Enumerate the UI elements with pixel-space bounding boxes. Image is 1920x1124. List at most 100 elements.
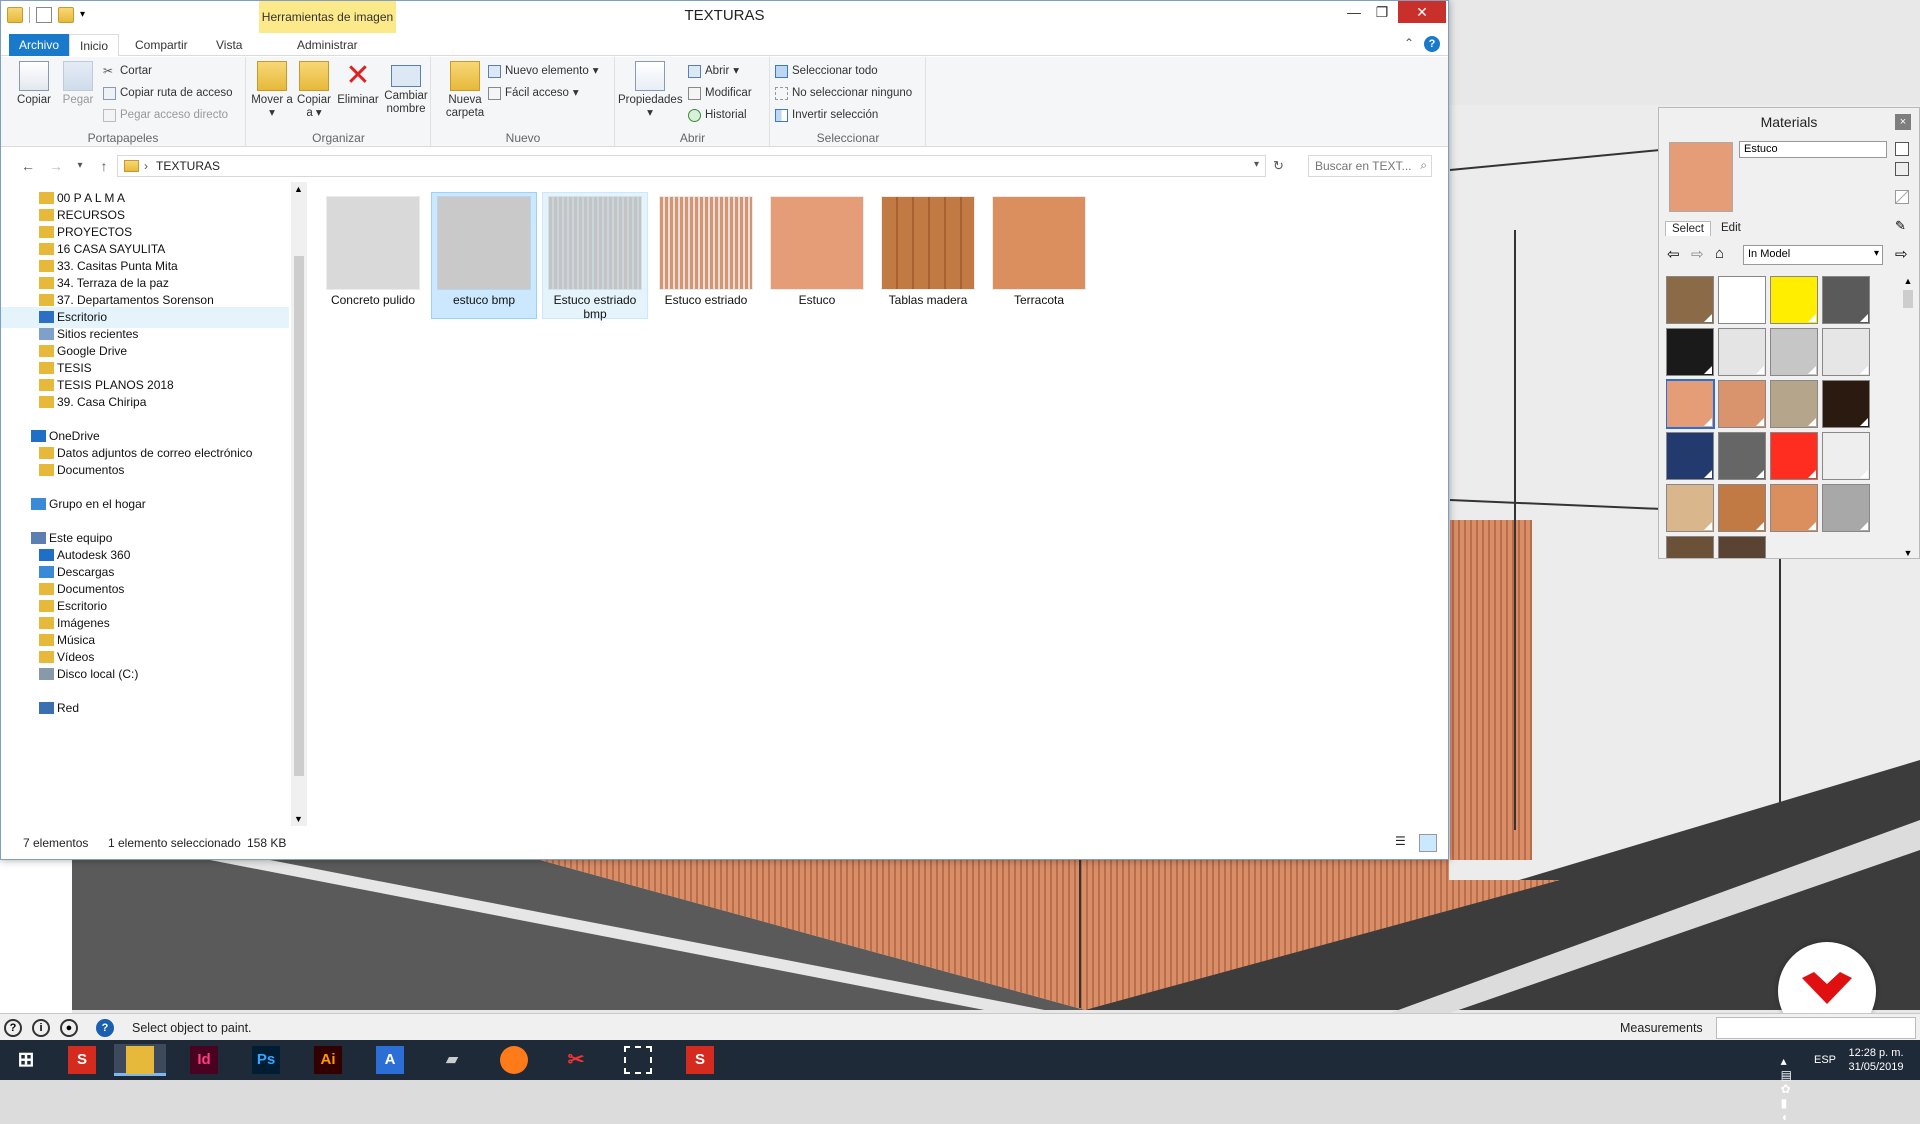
swatch-grid[interactable]: [1666, 276, 1898, 558]
material-swatch[interactable]: [1822, 432, 1870, 480]
title-bar[interactable]: ▾ Herramientas de imagen TEXTURAS — ❐ ✕: [1, 1, 1448, 33]
large-icons-view-icon[interactable]: [1419, 834, 1437, 852]
nav-item[interactable]: Red: [1, 698, 289, 719]
close-button[interactable]: ✕: [1398, 1, 1446, 23]
material-swatch[interactable]: [1718, 536, 1766, 558]
material-swatch[interactable]: [1822, 484, 1870, 532]
clock[interactable]: 12:28 p. m. 31/05/2019: [1840, 1046, 1912, 1074]
material-swatch[interactable]: [1666, 276, 1714, 324]
collapse-ribbon-icon[interactable]: ⌃: [1404, 36, 1414, 52]
close-icon[interactable]: ×: [1895, 114, 1911, 130]
taskbar-sketchup[interactable]: S: [56, 1044, 108, 1076]
nav-item[interactable]: Disco local (C:): [1, 664, 289, 685]
language-indicator[interactable]: ESP: [1814, 1054, 1836, 1066]
material-swatch[interactable]: [1718, 432, 1766, 480]
file-item[interactable]: Estuco: [764, 192, 870, 319]
up-arrow-icon[interactable]: ↑: [95, 157, 113, 175]
tab-administrar[interactable]: Administrar: [287, 34, 368, 56]
tab-compartir[interactable]: Compartir: [125, 34, 198, 56]
select-none-button[interactable]: No seleccionar ninguno: [775, 84, 912, 102]
cut-button[interactable]: ✂ Cortar: [103, 62, 152, 80]
minimize-button[interactable]: —: [1340, 1, 1368, 23]
credits-icon[interactable]: i: [32, 1019, 50, 1037]
scroll-up-icon[interactable]: ▲: [1901, 276, 1915, 286]
address-bar[interactable]: › TEXTURAS ▾: [117, 155, 1266, 177]
taskbar-app-blue[interactable]: A: [364, 1044, 416, 1076]
geo-location-icon[interactable]: ?: [4, 1019, 22, 1037]
material-swatch[interactable]: [1666, 328, 1714, 376]
properties-button[interactable]: Propiedades ▾: [618, 61, 683, 120]
copy-button[interactable]: Copiar: [13, 61, 55, 107]
eyedropper-icon[interactable]: ✎: [1895, 218, 1911, 234]
nav-item[interactable]: Grupo en el hogar: [1, 494, 289, 515]
user-icon[interactable]: ●: [60, 1019, 78, 1037]
history-button[interactable]: Historial: [688, 106, 747, 124]
taskbar-illustrator[interactable]: Ai: [302, 1044, 354, 1076]
material-swatch[interactable]: [1718, 276, 1766, 324]
refresh-icon[interactable]: ↻: [1273, 158, 1291, 176]
taskbar-firefox[interactable]: [488, 1044, 540, 1076]
copy-to-button[interactable]: Copiar a ▾: [293, 61, 335, 120]
file-item[interactable]: Estuco estriado: [653, 192, 759, 319]
material-swatch[interactable]: [1666, 379, 1715, 429]
tab-select[interactable]: Select: [1665, 221, 1711, 236]
material-swatch[interactable]: [1718, 484, 1766, 532]
nav-scrollbar[interactable]: ▲ ▼: [291, 182, 307, 826]
taskbar-photoshop[interactable]: Ps: [240, 1044, 292, 1076]
taskbar-sketchup-2[interactable]: S: [674, 1044, 726, 1076]
new-folder-button[interactable]: Nueva carpeta: [442, 61, 488, 120]
file-item[interactable]: Terracota: [986, 192, 1092, 319]
sample-paint-icon[interactable]: [1895, 162, 1909, 176]
tray-icons[interactable]: ▴ ▤ ✿ ▮ ◖: [1781, 1054, 1802, 1124]
materials-scrollbar[interactable]: ▲ ▼: [1901, 276, 1915, 558]
nav-item[interactable]: 39. Casa Chiripa: [1, 392, 289, 413]
taskbar-snipping[interactable]: ✂: [550, 1044, 602, 1076]
material-swatch[interactable]: [1666, 432, 1714, 480]
scroll-thumb[interactable]: [294, 256, 304, 776]
materials-panel[interactable]: Materials × Estuco Select Edit ✎ ⇦ ⇨ ⌂ I…: [1658, 107, 1920, 559]
material-swatch[interactable]: [1770, 484, 1818, 532]
chevron-down-icon[interactable]: ▾: [1254, 159, 1259, 170]
home-icon[interactable]: ⌂: [1715, 245, 1724, 262]
nav-item[interactable]: Documentos: [1, 460, 289, 481]
forward-arrow-icon[interactable]: ⇨: [1691, 245, 1704, 263]
material-name-input[interactable]: Estuco: [1739, 141, 1887, 158]
file-item[interactable]: Estuco estriado bmp: [542, 192, 648, 321]
invert-selection-button[interactable]: Invertir selección: [775, 106, 878, 124]
scroll-up-icon[interactable]: ▲: [294, 184, 303, 194]
taskbar-indesign[interactable]: Id: [178, 1044, 230, 1076]
material-swatch[interactable]: [1718, 328, 1766, 376]
measurements-input[interactable]: [1716, 1017, 1916, 1039]
material-swatch[interactable]: [1822, 328, 1870, 376]
default-material-icon[interactable]: [1895, 190, 1909, 204]
tab-edit[interactable]: Edit: [1715, 221, 1747, 235]
copy-path-button[interactable]: Copiar ruta de acceso: [103, 84, 233, 102]
details-view-icon[interactable]: ☰: [1395, 834, 1413, 852]
back-arrow-icon[interactable]: ⇦: [1667, 245, 1680, 263]
maximize-button[interactable]: ❐: [1368, 1, 1396, 23]
file-item[interactable]: estuco bmp: [431, 192, 537, 319]
tab-inicio[interactable]: Inicio: [69, 34, 120, 56]
material-swatch[interactable]: [1770, 380, 1818, 428]
forward-arrow-icon[interactable]: →: [47, 157, 65, 175]
paste-shortcut-button[interactable]: Pegar acceso directo: [103, 106, 228, 124]
delete-button[interactable]: ✕ Eliminar: [337, 61, 379, 107]
scroll-down-icon[interactable]: ▼: [1901, 548, 1915, 558]
easy-access-button[interactable]: Fácil acceso ▾: [488, 84, 579, 102]
file-item[interactable]: Concreto pulido: [320, 192, 426, 319]
collection-select[interactable]: In Model ▾: [1743, 245, 1883, 265]
back-arrow-icon[interactable]: ←: [19, 157, 37, 175]
file-list[interactable]: Concreto pulido estuco bmp Estuco estriado…: [310, 182, 1440, 826]
material-swatch[interactable]: [1770, 276, 1818, 324]
material-swatch[interactable]: [1770, 328, 1818, 376]
edit-button[interactable]: Modificar: [688, 84, 752, 102]
details-arrow-icon[interactable]: ⇨: [1895, 245, 1908, 263]
paste-button[interactable]: Pegar: [57, 61, 99, 107]
file-item[interactable]: Tablas madera: [875, 192, 981, 319]
tab-archivo[interactable]: Archivo: [9, 34, 70, 56]
navigation-pane[interactable]: 00 P A L M A RECURSOS PROYECTOS 16 CASA SAY…: [1, 182, 305, 826]
taskbar-app-stack[interactable]: ▰: [426, 1044, 478, 1076]
material-swatch[interactable]: [1822, 380, 1870, 428]
rename-button[interactable]: Cambiar nombre: [382, 61, 430, 116]
scroll-down-icon[interactable]: ▼: [294, 814, 303, 824]
